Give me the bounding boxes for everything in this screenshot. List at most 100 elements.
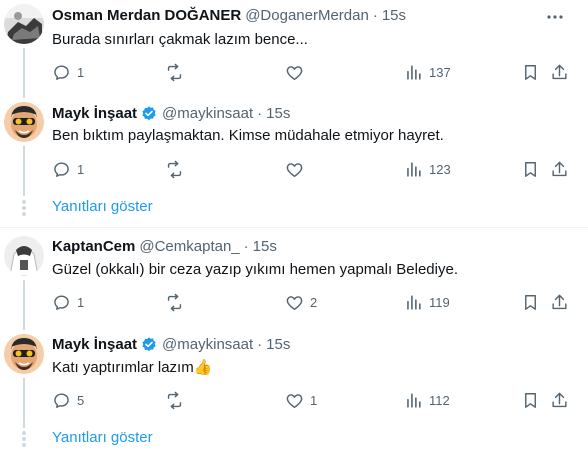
thread-line xyxy=(23,146,25,196)
heart-icon xyxy=(286,295,303,310)
views-button[interactable]: 119 xyxy=(404,292,450,312)
separator: · xyxy=(243,238,249,255)
tweet-text: Burada sınırları çakmak lazım bence... xyxy=(52,31,308,48)
retweet-icon xyxy=(167,391,182,409)
tweet-actions: 5 1 112 xyxy=(52,390,572,410)
divider xyxy=(0,227,588,228)
thread-dot xyxy=(22,437,26,441)
reply-count: 1 xyxy=(77,64,85,80)
reply-icon xyxy=(54,161,69,177)
author-name[interactable]: KaptanCem xyxy=(52,237,135,257)
bookmark-icon xyxy=(525,294,536,310)
views-icon xyxy=(407,161,421,177)
tweet-actions: 1 137 xyxy=(52,62,572,82)
like-count: 1 xyxy=(310,392,318,408)
views-icon xyxy=(407,64,421,80)
bookmark-button[interactable] xyxy=(521,390,540,410)
tweet-actions: 1 2 119 xyxy=(52,292,572,312)
retweet-button[interactable] xyxy=(165,390,184,410)
retweet-icon xyxy=(167,63,182,81)
reply-icon xyxy=(54,294,69,310)
verified-badge-icon[interactable] xyxy=(140,105,158,123)
reply-icon xyxy=(54,392,69,408)
share-icon xyxy=(552,294,567,309)
retweet-button[interactable] xyxy=(165,292,184,312)
bookmark-icon xyxy=(525,161,536,177)
thread-line xyxy=(23,48,25,98)
like-count: 2 xyxy=(310,294,318,310)
tweet-text-content: Katı yaptırımlar lazım xyxy=(52,359,194,376)
retweet-icon xyxy=(167,293,182,311)
timestamp[interactable]: 15s xyxy=(253,237,277,257)
like-button[interactable]: 2 xyxy=(285,292,317,312)
share-button[interactable] xyxy=(550,390,569,410)
views-count: 112 xyxy=(429,392,450,408)
timestamp[interactable]: 15s xyxy=(382,6,406,26)
views-button[interactable]: 137 xyxy=(404,62,451,82)
avatar[interactable] xyxy=(4,4,44,44)
tweet-header: Osman Merdan DOĞANER @DoganerMerdan · 15… xyxy=(52,6,406,26)
heart-icon xyxy=(286,65,303,80)
retweet-button[interactable] xyxy=(165,159,184,179)
share-button[interactable] xyxy=(550,159,569,179)
share-button[interactable] xyxy=(550,62,569,82)
thread-dot xyxy=(22,431,26,435)
tweet-text: Güzel (okkalı) bir ceza yazıp yıkımı hem… xyxy=(52,261,458,278)
author-handle[interactable]: @Cemkaptan_ xyxy=(139,237,239,257)
retweet-button[interactable] xyxy=(165,62,184,82)
thread-line xyxy=(23,280,25,330)
author-name[interactable]: Osman Merdan DOĞANER xyxy=(52,6,241,26)
author-handle[interactable]: @maykinsaat xyxy=(162,335,253,355)
tweet-header: KaptanCem @Cemkaptan_ · 15s xyxy=(52,237,277,257)
bookmark-button[interactable] xyxy=(521,62,540,82)
avatar[interactable] xyxy=(4,334,44,374)
bookmark-button[interactable] xyxy=(521,292,540,312)
author-name[interactable]: Mayk İnşaat xyxy=(52,104,137,124)
separator: · xyxy=(372,7,378,24)
retweet-icon xyxy=(167,160,182,178)
reply-button[interactable]: 1 xyxy=(52,292,84,312)
views-count: 123 xyxy=(429,161,451,177)
bookmark-button[interactable] xyxy=(521,159,540,179)
bookmark-icon xyxy=(525,64,536,80)
views-icon xyxy=(407,294,421,310)
tweet-actions: 1 123 xyxy=(52,159,572,179)
share-icon xyxy=(552,161,567,176)
views-count: 137 xyxy=(429,64,451,80)
like-button[interactable] xyxy=(285,62,304,82)
views-count: 119 xyxy=(429,294,450,310)
tweet-header: Mayk İnşaat @maykinsaat · 15s xyxy=(52,335,290,355)
heart-icon xyxy=(286,393,303,408)
verified-badge-icon[interactable] xyxy=(140,336,158,354)
separator: · xyxy=(257,336,263,353)
views-button[interactable]: 123 xyxy=(404,159,451,179)
tweet-text: Ben bıktım paylaşmaktan. Kimse müdahale … xyxy=(52,127,444,144)
bookmark-icon xyxy=(525,392,536,408)
thread-dot xyxy=(22,206,26,210)
like-button[interactable]: 1 xyxy=(285,390,317,410)
thread-line xyxy=(23,378,25,428)
thread-dot xyxy=(22,443,26,447)
timestamp[interactable]: 15s xyxy=(266,335,290,355)
share-button[interactable] xyxy=(550,292,569,312)
heart-icon xyxy=(286,162,303,177)
views-button[interactable]: 112 xyxy=(404,390,450,410)
timestamp[interactable]: 15s xyxy=(266,104,290,124)
avatar[interactable] xyxy=(4,102,44,142)
show-replies-link[interactable]: Yanıtları göster xyxy=(52,428,153,448)
author-name[interactable]: Mayk İnşaat xyxy=(52,335,137,355)
reply-count: 1 xyxy=(77,161,85,177)
like-button[interactable] xyxy=(285,159,304,179)
author-handle[interactable]: @maykinsaat xyxy=(162,104,253,124)
more-options-icon[interactable] xyxy=(544,6,566,28)
reply-button[interactable]: 1 xyxy=(52,159,84,179)
views-icon xyxy=(407,392,421,408)
share-icon xyxy=(552,392,567,407)
reply-count: 5 xyxy=(77,392,85,408)
reply-button[interactable]: 5 xyxy=(52,390,84,410)
author-handle[interactable]: @DoganerMerdan xyxy=(245,6,369,26)
show-replies-link[interactable]: Yanıtları göster xyxy=(52,197,153,217)
tweet-text: Katı yaptırımlar lazım👍 xyxy=(52,358,212,378)
avatar[interactable] xyxy=(4,236,44,276)
reply-button[interactable]: 1 xyxy=(52,62,84,82)
